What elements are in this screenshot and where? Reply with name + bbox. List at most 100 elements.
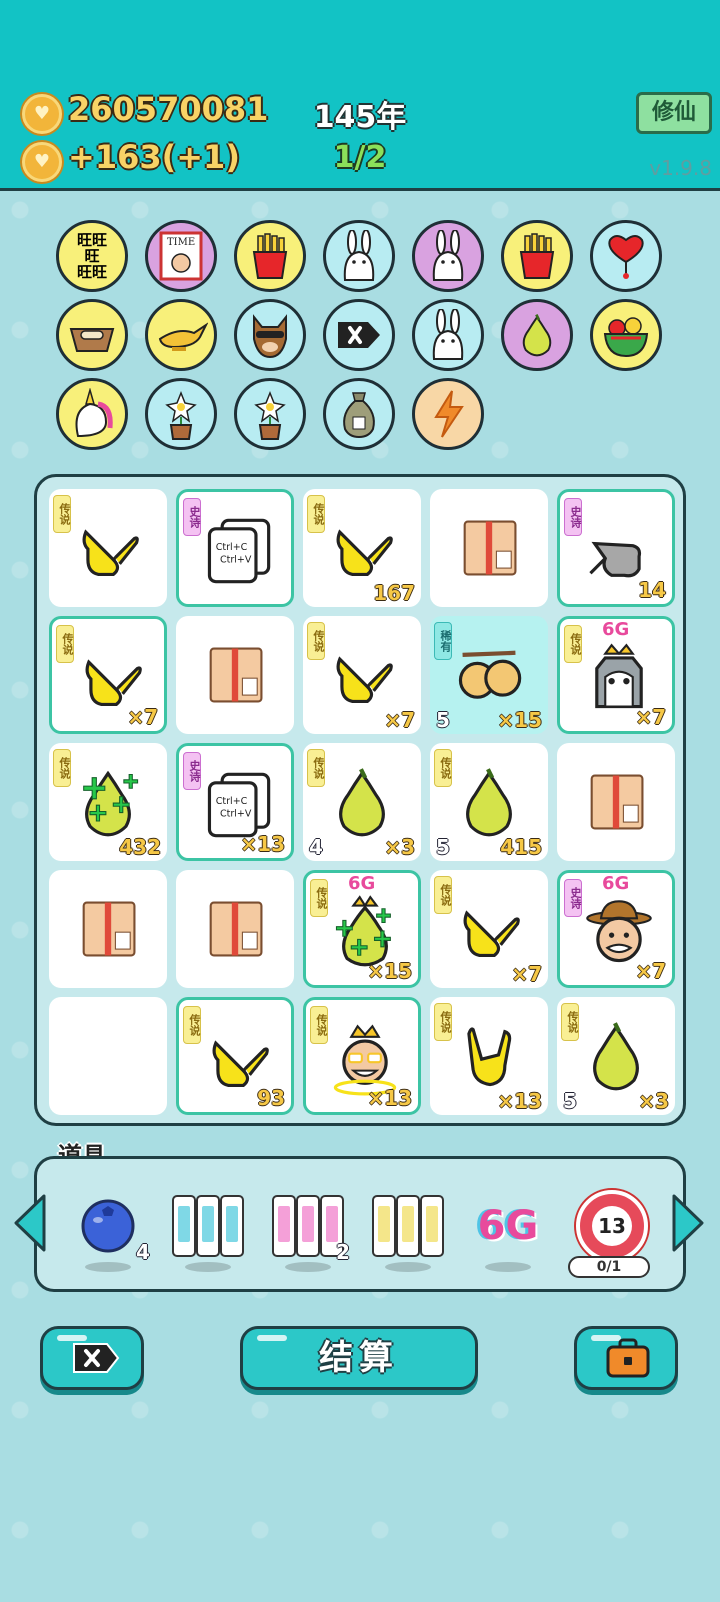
cool-dog-icon[interactable]	[234, 299, 306, 371]
board-cell[interactable]: 传说 ×7	[303, 616, 421, 734]
settle-button[interactable]: 结算	[240, 1326, 478, 1390]
pet-bowl-icon[interactable]	[56, 299, 128, 371]
rabbit-icon[interactable]	[412, 299, 484, 371]
rarity-tag: 稀有	[434, 622, 452, 660]
target-13-icon[interactable]: 13	[572, 1186, 652, 1266]
board-cell[interactable]	[49, 870, 167, 988]
parcel-box-icon	[69, 890, 147, 968]
rabbit-icon[interactable]	[412, 220, 484, 292]
wang-tile-icon[interactable]: 旺旺旺旺旺	[56, 220, 128, 292]
board-cell[interactable]: 传说 6G ×7	[557, 616, 675, 734]
cell-count: 415	[500, 835, 542, 859]
svg-text:Ctrl+C: Ctrl+C	[216, 796, 248, 807]
coin-total: 260570081	[68, 90, 269, 128]
time-magazine-icon[interactable]: TIME	[145, 220, 217, 292]
income-coin-icon	[22, 142, 62, 182]
heart-drip-icon[interactable]	[590, 220, 662, 292]
money-bag-icon[interactable]	[323, 378, 395, 450]
fruit-basket-icon[interactable]	[590, 299, 662, 371]
board-cell[interactable]: 传说 ×7	[430, 870, 548, 988]
board-cell[interactable]	[557, 743, 675, 861]
rarity-tag: 传说	[434, 749, 452, 787]
board-cell[interactable]: 传说 ×13	[430, 997, 548, 1115]
cell-level: 5	[436, 708, 450, 732]
board-cell[interactable]	[176, 870, 294, 988]
cell-level: 4	[309, 835, 323, 859]
cell-count: 432	[119, 835, 161, 859]
board-cell[interactable]: 传说 5 415	[430, 743, 548, 861]
svg-text:Ctrl+V: Ctrl+V	[220, 555, 252, 566]
rarity-tag: 传说	[434, 1003, 452, 1041]
magic-lamp-icon[interactable]	[145, 299, 217, 371]
twin-fruit-icon	[450, 636, 528, 714]
board-cell[interactable]: 稀有 5 ×15	[430, 616, 548, 734]
fries-icon[interactable]	[501, 220, 573, 292]
svg-text:Ctrl+V: Ctrl+V	[220, 809, 252, 820]
cell-count: ×3	[384, 835, 415, 859]
board-cell[interactable]: 传说 6G ×15	[303, 870, 421, 988]
rarity-tag: 传说	[564, 625, 582, 663]
board-cell[interactable]: 传说 5 ×3	[557, 997, 675, 1115]
remove-button[interactable]	[40, 1326, 144, 1390]
income-rate: +163(+1)	[68, 138, 240, 176]
board-cell[interactable]: Ctrl+C Ctrl+V 史诗	[176, 489, 294, 607]
cell-count: 14	[638, 578, 666, 602]
turn-counter: 1/2	[333, 140, 387, 175]
item-shadow	[85, 1262, 131, 1272]
year-counter: 145年	[313, 100, 407, 135]
cell-count: ×7	[384, 708, 415, 732]
legend-cards-icon[interactable]	[368, 1186, 448, 1266]
flower-pot-icon[interactable]	[234, 378, 306, 450]
svg-text:TIME: TIME	[167, 237, 195, 248]
cell-count: 93	[257, 1086, 285, 1110]
parcel-box-icon	[196, 890, 274, 968]
inventory-button[interactable]	[574, 1326, 678, 1390]
board-cell[interactable]: 史诗 14	[557, 489, 675, 607]
xiuxian-button[interactable]: 修仙	[636, 92, 712, 134]
hand-point-icon	[69, 509, 147, 587]
pomelo-icon	[450, 763, 528, 841]
six-g-icon[interactable]: 6G	[468, 1186, 548, 1266]
pomelo-icon[interactable]	[501, 299, 573, 371]
rarity-tag: 传说	[183, 1006, 201, 1044]
lightning-icon[interactable]	[412, 378, 484, 450]
top-bar: 260570081 +163(+1) 145年 1/2 修仙 v1.9.8	[0, 0, 720, 191]
tool-count: 4	[136, 1240, 150, 1264]
board-cell[interactable]	[49, 997, 167, 1115]
board-cell[interactable]	[430, 489, 548, 607]
copy-paste-icon: Ctrl+C Ctrl+V	[199, 512, 277, 590]
board-cell[interactable]: 史诗 6G ×7	[557, 870, 675, 988]
board-cell[interactable]: Ctrl+C Ctrl+V 史诗 ×13	[176, 743, 294, 861]
hand-point-icon	[450, 890, 528, 968]
cell-count: 167	[373, 581, 415, 605]
six-g-badge: 6G	[602, 619, 630, 640]
rarity-tag: 史诗	[183, 498, 201, 536]
board-cell[interactable]: 传说 93	[176, 997, 294, 1115]
board-cell[interactable]: 传说	[49, 489, 167, 607]
cell-count: ×7	[127, 705, 158, 729]
cell-count: ×13	[240, 832, 285, 856]
board-cell[interactable]: 传说 432	[49, 743, 167, 861]
cell-count: ×13	[367, 1086, 412, 1110]
tools-next-arrow-icon[interactable]	[670, 1192, 706, 1254]
tool-count: 2	[336, 1240, 350, 1264]
rarity-tag: 传说	[53, 495, 71, 533]
delete-tag-icon[interactable]	[323, 299, 395, 371]
parcel-box-icon	[577, 763, 655, 841]
rock-hand-icon	[450, 1017, 528, 1095]
rarity-tag: 传说	[310, 879, 328, 917]
board-cell[interactable]	[176, 616, 294, 734]
board-cell[interactable]: 传说 167	[303, 489, 421, 607]
cell-count: ×13	[497, 1089, 542, 1113]
rare-cards-icon[interactable]	[168, 1186, 248, 1266]
flower-pot-icon[interactable]	[145, 378, 217, 450]
tools-prev-arrow-icon[interactable]	[12, 1192, 48, 1254]
board-cell[interactable]: 传说 ×13	[303, 997, 421, 1115]
board-cell[interactable]: 传说 ×7	[49, 616, 167, 734]
unicorn-icon[interactable]	[56, 378, 128, 450]
rabbit-icon[interactable]	[323, 220, 395, 292]
version-label: v1.9.8	[649, 156, 712, 180]
fries-icon[interactable]	[234, 220, 306, 292]
board-cell[interactable]: 传说 4 ×3	[303, 743, 421, 861]
slot-board: 传说 Ctrl+C Ctrl+V 史诗 传说 167 史诗 14 传说 ×7 传说 ×7 稀有 5 ×15 传…	[34, 474, 686, 1126]
